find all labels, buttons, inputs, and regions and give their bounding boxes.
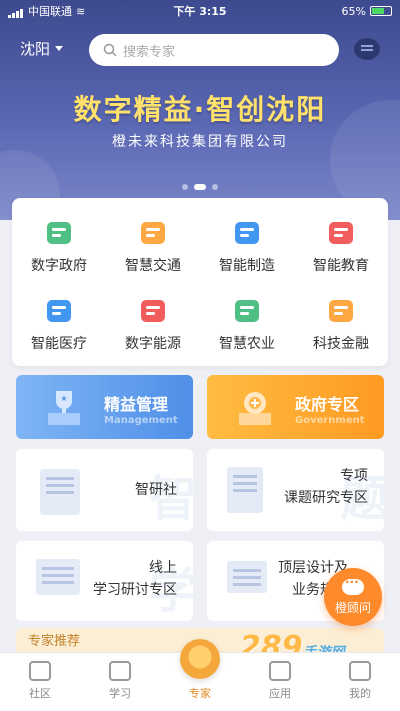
category-label: 智能教育 [313, 258, 369, 274]
category-label: 数字能源 [125, 336, 181, 352]
energy-icon [136, 296, 170, 326]
car-icon [136, 218, 170, 248]
tab-book[interactable]: 学习 [80, 653, 160, 711]
battery-icon [370, 6, 392, 16]
category-item[interactable]: 数字政府 [12, 210, 106, 284]
status-bar: 中国联通 ≋ 下午 3:15 65% [0, 0, 400, 22]
consultant-label: 橙顾问 [334, 600, 371, 615]
banner-subtitle: 橙未来科技集团有限公司 [112, 134, 288, 150]
building-icon [40, 469, 80, 515]
wrench-gear-icon [230, 218, 264, 248]
profile-icon [349, 661, 371, 681]
tab-label: 专家 [189, 687, 211, 700]
tab-profile[interactable]: 我的 [320, 653, 400, 711]
city-selector[interactable]: 沈阳 [20, 38, 64, 59]
tab-apps[interactable]: 应用 [240, 653, 320, 711]
book-icon [109, 661, 131, 681]
medical-kit-icon [42, 296, 76, 326]
research-society-tile[interactable]: 智 智研社 [16, 449, 193, 531]
carousel-indicator [0, 184, 400, 190]
category-grid: 数字政府 智慧交通 智能制造 智能教育智能医疗 数字能源 智慧农业 科技金融 [12, 198, 388, 366]
search-input[interactable]: 搜索专家 [89, 34, 339, 66]
tile-label: 智研社 [135, 482, 177, 498]
government-zone-tile[interactable]: 政府专区 Government [207, 375, 384, 439]
tile-subtitle: Government [295, 415, 365, 426]
document-icon [227, 467, 263, 513]
battery-percent: 65% [341, 4, 366, 18]
search-icon [103, 43, 117, 57]
category-item[interactable]: 智慧农业 [200, 288, 294, 362]
category-label: 智能制造 [219, 258, 275, 274]
category-item[interactable]: 智能制造 [200, 210, 294, 284]
government-building-icon [42, 218, 76, 248]
search-placeholder: 搜索专家 [123, 44, 176, 60]
category-label: 科技金融 [313, 336, 369, 352]
tile-label-line2: 学习研讨专区 [93, 582, 177, 598]
tile-label-line1: 线上 [149, 560, 177, 576]
recommend-label: 专家推荐 [28, 634, 81, 649]
tab-expert-medal[interactable]: 专家 [160, 639, 240, 711]
tab-label: 我的 [349, 687, 371, 700]
category-item[interactable]: 智能医疗 [12, 288, 106, 362]
screen-icon [227, 561, 267, 593]
government-badge-icon [239, 392, 271, 425]
trophy-icon: ★ [48, 391, 80, 425]
banner-title: 数字精益·智创沈阳 [73, 93, 327, 126]
bottom-tab-bar: 社区 学习 专家 应用 我的 [0, 639, 400, 711]
wifi-icon: ≋ [76, 4, 86, 18]
community-icon [29, 661, 51, 681]
category-item[interactable]: 智能教育 [294, 210, 388, 284]
topic-research-tile[interactable]: 题 专项 课题研究专区 [207, 449, 384, 531]
tile-subtitle: Management [104, 415, 178, 426]
plant-cloud-icon [230, 296, 264, 326]
category-item[interactable]: 科技金融 [294, 288, 388, 362]
tab-community[interactable]: 社区 [0, 653, 80, 711]
expert-medal-icon [180, 639, 220, 679]
carousel-dot [212, 184, 218, 190]
apps-icon [269, 661, 291, 681]
message-icon[interactable] [354, 38, 380, 60]
category-label: 智慧农业 [219, 336, 275, 352]
category-item[interactable]: 数字能源 [106, 288, 200, 362]
category-label: 数字政府 [31, 258, 87, 274]
city-label: 沈阳 [20, 40, 51, 58]
tile-label-line1: 专项 [340, 468, 368, 484]
signal-icon [8, 5, 24, 18]
svg-text:★: ★ [60, 394, 67, 403]
chat-bubble-icon [342, 575, 364, 595]
carousel-dot [182, 184, 188, 190]
consultant-button[interactable]: 橙顾问 [324, 568, 382, 626]
monitor-icon [36, 559, 80, 595]
tab-label: 社区 [29, 687, 51, 700]
chevron-down-icon [55, 46, 64, 51]
finance-yuan-icon [324, 296, 358, 326]
carousel-dot-active [194, 184, 206, 190]
tile-label-line2: 课题研究专区 [284, 490, 368, 506]
tab-label: 学习 [109, 687, 131, 700]
tab-label: 应用 [269, 687, 291, 700]
category-item[interactable]: 智慧交通 [106, 210, 200, 284]
hero-banner[interactable]: 中国联通 ≋ 下午 3:15 65% 沈阳 搜索专家 数字精益·智创沈阳 橙未来… [0, 0, 400, 220]
online-study-tile[interactable]: 学 线上 学习研讨专区 [16, 541, 193, 621]
category-label: 智能医疗 [31, 336, 87, 352]
tile-title: 精益管理 [104, 395, 169, 414]
lean-management-tile[interactable]: ★ 精益管理 Management [16, 375, 193, 439]
category-label: 智慧交通 [125, 258, 181, 274]
carrier-name: 中国联通 [28, 5, 72, 18]
graduation-cap-icon [324, 218, 358, 248]
tile-title: 政府专区 [295, 395, 360, 414]
